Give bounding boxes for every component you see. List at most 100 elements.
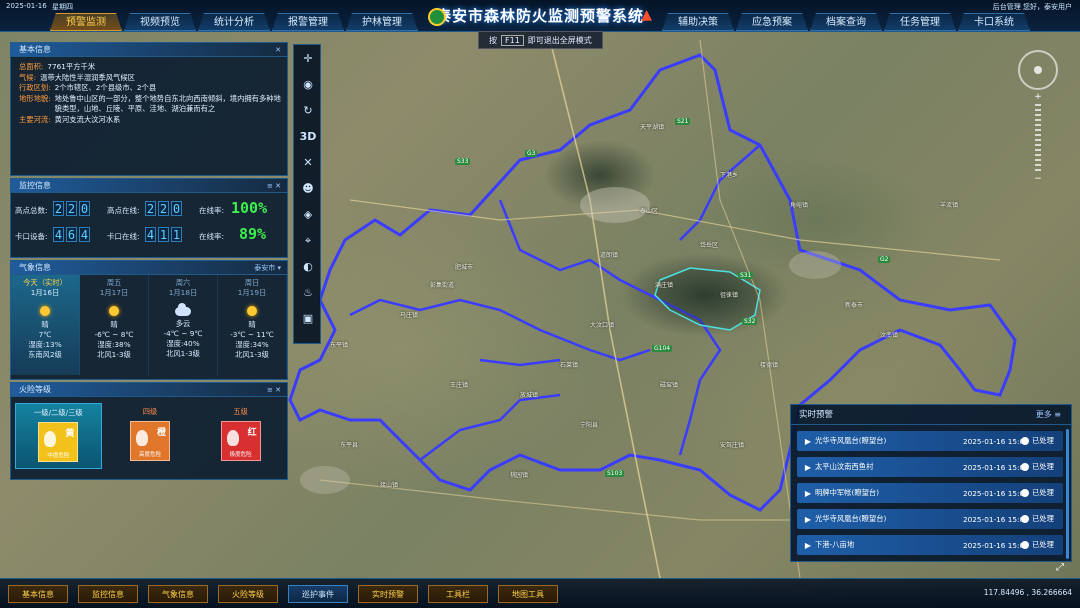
digit-box: 2 [53, 201, 64, 216]
fire-level-badge: 橙高度危险 [130, 421, 170, 461]
3d-button[interactable]: 3D [298, 127, 318, 147]
zoom-in-icon[interactable]: + [1030, 92, 1046, 102]
fire-levels: 一级/二级/三级黄中度危险 四级橙高度危险 五级红极度危险 [11, 397, 287, 475]
bottom-tab-6[interactable]: 工具栏 [428, 585, 488, 603]
alert-row[interactable]: ▶ 太平山汶南西鱼村 2025-01-16 15:04 已处理 [797, 457, 1063, 477]
map-place-label: 桃园镇 [510, 472, 529, 479]
weather-condition: 晴 [248, 320, 256, 329]
fire-level-1[interactable]: 四级橙高度危险 [108, 403, 193, 469]
eye-icon[interactable]: ◐ [298, 257, 318, 277]
gate-devices-value: 464 [53, 227, 90, 242]
alert-row[interactable]: ▶ 下港-八亩地 2025-01-16 15:05 已处理 [797, 535, 1063, 555]
alert-row[interactable]: ▶ 明牌中军帐(瞭望台) 2025-01-16 15:06 已处理 [797, 483, 1063, 503]
digit-box: 2 [66, 201, 77, 216]
weather-temp: -6℃ ~ 8℃ [94, 330, 134, 339]
fullscreen-hint: 按 F11 即可退出全屏模式 [478, 31, 603, 49]
weather-day-3[interactable]: 周日 1月19日晴 -3℃ ~ 11℃ 湿度:34% 北风1-3级 [218, 275, 287, 375]
fire-level-char: 红 [247, 428, 257, 438]
realtime-alerts-panel: 实时预警 更多 ≡ ▶ 光华寺风凰台(瞭望台) 2025-01-16 15:07 已处… [790, 404, 1072, 562]
weather-condition: 多云 [175, 319, 191, 328]
map-place-label: 安驾庄镇 [720, 442, 745, 449]
panel-menu-icon[interactable]: ≡ ✕ [267, 179, 281, 193]
weather-wind: 北风1-3级 [166, 349, 200, 358]
alerts-scrollbar[interactable] [1066, 429, 1069, 559]
basic-info-key: 总面积: [19, 62, 44, 71]
alerts-more-link[interactable]: 更多 ≡ [1036, 405, 1061, 425]
tab-forest-patrol[interactable]: 护林管理 [346, 13, 418, 31]
panel-close-icon[interactable]: ✕ [275, 43, 281, 57]
map-place-label: 东平镇 [330, 342, 349, 349]
bottom-tab-1[interactable]: 监控信息 [78, 585, 138, 603]
check-icon [1021, 489, 1029, 497]
fire-level-2[interactable]: 五级红极度危险 [198, 403, 283, 469]
tab-video-preview[interactable]: 视频预览 [124, 13, 196, 31]
screen-icon[interactable]: ▣ [298, 309, 318, 329]
map-place-label: 羊流镇 [940, 202, 959, 209]
hint-suffix: 即可退出全屏模式 [527, 35, 592, 45]
person-icon[interactable]: ☻ [298, 179, 318, 199]
weather-day-name: 周五 [106, 278, 122, 287]
map-place-label: 马庄镇 [400, 312, 419, 319]
map-place-label: 石莱镇 [560, 362, 579, 369]
weather-condition: 晴 [41, 320, 49, 329]
weather-temp: 7℃ [38, 330, 52, 339]
tab-decision-support[interactable]: 辅助决策 [662, 13, 734, 31]
locate-icon[interactable]: ◉ [298, 75, 318, 95]
online-rate-label: 在线率: [199, 206, 225, 215]
fire-level-badge: 红极度危险 [220, 421, 261, 461]
weather-title: 气象信息 泰安市 ▾ [11, 261, 287, 275]
alert-time: 2025-01-16 15:06 [963, 514, 1029, 524]
weather-title-text: 气象信息 [19, 263, 51, 272]
fire-level-0[interactable]: 一级/二级/三级黄中度危险 [15, 403, 102, 469]
zoom-out-icon[interactable]: − [1030, 174, 1046, 184]
weather-wind: 北风1-3级 [97, 350, 131, 359]
alert-status: 已处理 [1021, 462, 1054, 472]
alert-row[interactable]: ▶ 光华寺风凰台(瞭望台) 2025-01-16 15:06 已处理 [797, 509, 1063, 529]
zoom-slider[interactable] [1035, 104, 1041, 172]
weather-wind: 北风1-3级 [235, 350, 269, 359]
bottom-tab-7[interactable]: 地图工具 [498, 585, 558, 603]
tab-alarm-management[interactable]: 报警管理 [272, 13, 344, 31]
weather-day-name: 周日 [244, 278, 260, 287]
weather-humidity: 湿度:38% [97, 340, 131, 349]
tab-archive-query[interactable]: 档案查询 [810, 13, 882, 31]
focus-icon[interactable]: ⌖ [298, 231, 318, 251]
weather-day-0[interactable]: 今天（实时） 1月16日晴 7℃ 湿度:13% 东南风2级 [11, 275, 80, 375]
basic-info-key: 行政区划: [19, 83, 51, 92]
map-place-label: 新泰市 [845, 302, 864, 309]
road-shield: S33 [455, 158, 471, 165]
weather-day-1[interactable]: 周五 1月17日晴 -6℃ ~ 8℃ 湿度:38% 北风1-3级 [80, 275, 149, 375]
bottom-tab-5[interactable]: 实时预警 [358, 585, 418, 603]
cloud-icon [175, 303, 191, 316]
weather-day-2[interactable]: 周六 1月18日 多云 -4℃ ~ 9℃ 湿度:40% 北风1-3级 [149, 275, 218, 375]
road-shield: S32 [742, 318, 758, 325]
fire-icon[interactable]: ♨ [298, 283, 318, 303]
bottom-tab-2[interactable]: 气象信息 [148, 585, 208, 603]
compass-control[interactable] [1018, 50, 1058, 90]
layer-icon[interactable]: ◈ [298, 205, 318, 225]
fullscreen-expand-icon[interactable]: ⤢ [1056, 562, 1064, 573]
tab-checkpoint-system[interactable]: 卡口系统 [958, 13, 1030, 31]
panel-menu-icon[interactable]: ≡ ✕ [267, 383, 281, 397]
forest-fire-logo-icon [428, 8, 446, 26]
bottom-tab-4[interactable]: 巡护事件 [288, 585, 348, 603]
bottom-tab-3[interactable]: 火险等级 [218, 585, 278, 603]
tab-emergency-plan[interactable]: 应急预案 [736, 13, 808, 31]
tab-task-management[interactable]: 任务管理 [884, 13, 956, 31]
fire-level-badge: 黄中度危险 [38, 422, 79, 462]
alert-row[interactable]: ▶ 光华寺风凰台(瞭望台) 2025-01-16 15:07 已处理 [797, 431, 1063, 451]
road-shield: G104 [652, 345, 673, 352]
fire-level-char: 黄 [65, 429, 75, 439]
user-info[interactable]: 后台管理 您好，泰安用户 [993, 2, 1072, 12]
move-icon[interactable]: ✛ [298, 49, 318, 69]
bottom-tab-0[interactable]: 基本信息 [8, 585, 68, 603]
measure-icon[interactable]: ↻ [298, 101, 318, 121]
map-place-label: 徂徕镇 [720, 292, 739, 299]
gate-online-label: 卡口在线: [107, 232, 140, 241]
city-select[interactable]: 泰安市 ▾ [254, 261, 281, 275]
tab-warning-monitor[interactable]: 预警监测 [50, 13, 122, 31]
satellite-icon[interactable]: ✕ [298, 153, 318, 173]
map-place-label: 接山镇 [380, 482, 399, 489]
alert-time: 2025-01-16 15:04 [963, 462, 1029, 472]
tab-statistics[interactable]: 统计分析 [198, 13, 270, 31]
